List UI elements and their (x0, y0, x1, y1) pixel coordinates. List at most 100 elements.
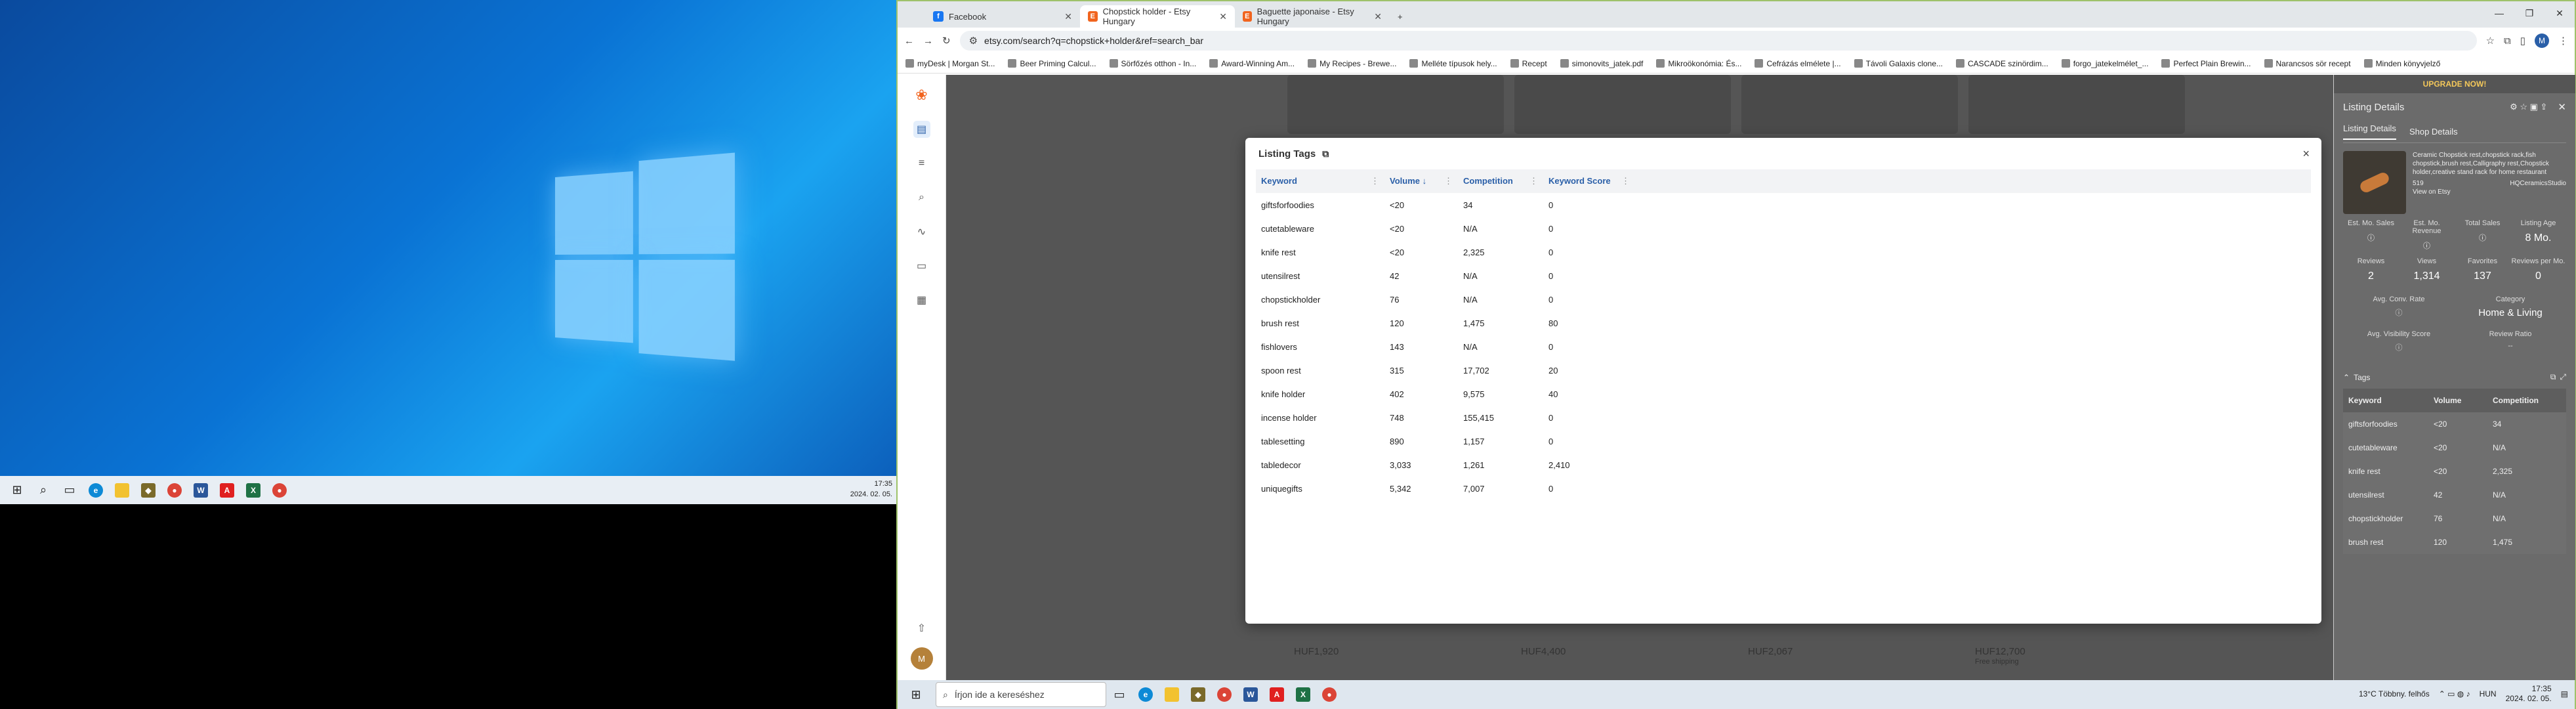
start-icon[interactable]: ⊞ (903, 681, 929, 708)
bookmark-item[interactable]: CASCADE szinördim... (1956, 59, 2048, 68)
bookmark-item[interactable]: Sörfőzés otthon - In... (1110, 59, 1197, 68)
bookmark-item[interactable]: Perfect Plain Brewin... (2161, 59, 2251, 68)
list-icon[interactable]: ≡ (913, 155, 930, 172)
upgrade-button[interactable]: UPGRADE NOW! (2334, 75, 2575, 93)
bookmark-item[interactable]: Melléte típusok hely... (1409, 59, 1497, 68)
reload-icon[interactable]: ↻ (942, 35, 951, 47)
listing-thumbnail[interactable] (2343, 151, 2406, 214)
panel-col-keyword[interactable]: Keyword (2343, 396, 2428, 405)
excel-icon[interactable]: X (1290, 681, 1316, 708)
column-competition[interactable]: Competition ⋮ (1458, 176, 1543, 186)
tab-etsy-chopstick[interactable]: E Chopstick holder - Etsy Hungary ✕ (1080, 5, 1235, 28)
edge-icon[interactable]: e (83, 477, 109, 504)
close-modal-button[interactable]: × (2302, 147, 2310, 161)
extensions-icon[interactable]: ⧉ (2504, 35, 2511, 47)
site-info-icon[interactable]: ⚙ (969, 35, 978, 47)
file-explorer-icon[interactable] (109, 477, 135, 504)
bookmark-item[interactable]: Award-Winning Am... (1209, 59, 1295, 68)
panel-col-competition[interactable]: Competition (2487, 396, 2560, 405)
calendar-icon[interactable]: ▦ (913, 291, 930, 309)
address-bar[interactable]: ⚙ etsy.com/search?q=chopstick+holder&ref… (960, 31, 2477, 51)
close-tab-icon[interactable]: ✕ (1064, 11, 1072, 22)
bookmark-item[interactable]: forgo_jatekelmélet_... (2062, 59, 2149, 68)
bookmark-item[interactable]: Cefrázás elmélete |... (1755, 59, 1840, 68)
bookmark-star-icon[interactable]: ☆ (2486, 35, 2495, 47)
edge-icon[interactable]: e (1132, 681, 1159, 708)
bookmark-item[interactable]: My Recipes - Brewe... (1308, 59, 1396, 68)
copy-tags-icon[interactable]: ⧉ (2550, 372, 2556, 382)
bookmark-item[interactable]: Mikroökonómia: És... (1656, 59, 1741, 68)
profile-avatar-icon[interactable]: M (2535, 33, 2549, 48)
app-icon[interactable]: ◆ (1185, 681, 1211, 708)
bookmark-item[interactable]: Minden könyvjelző (2364, 59, 2441, 68)
column-volume[interactable]: Volume ↓ ⋮ (1384, 176, 1458, 186)
search-icon[interactable]: ⌕ (30, 477, 56, 504)
word-icon[interactable]: W (188, 477, 214, 504)
taskbar-clock[interactable]: 17:35 2024. 02. 05. (2506, 684, 2552, 704)
chrome-profile-icon[interactable]: ● (266, 477, 293, 504)
close-panel-icon[interactable]: ✕ (2558, 101, 2566, 113)
bookmark-label: forgo_jatekelmélet_... (2073, 59, 2149, 68)
user-avatar[interactable]: M (911, 647, 933, 670)
close-tab-icon[interactable]: ✕ (1374, 11, 1382, 22)
expand-icon[interactable]: ⤢ (2560, 372, 2566, 382)
sidepanel-icon[interactable]: ▯ (2520, 35, 2525, 47)
panel-col-volume[interactable]: Volume (2428, 396, 2487, 405)
trend-icon[interactable]: ∿ (913, 223, 930, 240)
bookmark-item[interactable]: Beer Priming Calcul... (1008, 59, 1096, 68)
file-explorer-icon[interactable] (1159, 681, 1185, 708)
bookmark-item[interactable]: simonovits_jatek.pdf (1560, 59, 1644, 68)
taskbar-search-box[interactable]: ⌕ Írjon ide a kereséshez (936, 682, 1106, 707)
tab-etsy-baguette[interactable]: E Baguette japonaise - Etsy Hungary ✕ (1235, 5, 1390, 28)
back-icon[interactable]: ← (904, 35, 914, 47)
left-clock[interactable]: 17:35 2024. 02. 05. (850, 479, 892, 500)
chrome-profile-icon[interactable]: ● (1316, 681, 1342, 708)
chrome-icon[interactable]: ● (161, 477, 188, 504)
bookmark-item[interactable]: myDesk | Morgan St... (905, 59, 995, 68)
panel-tools-icon[interactable]: ⚙ ☆ ▣ ⇪ (2510, 102, 2547, 112)
forward-icon[interactable]: → (923, 35, 933, 47)
tab-shop-details[interactable]: Shop Details (2409, 127, 2458, 137)
tab-listing-details[interactable]: Listing Details (2343, 123, 2396, 140)
metric-card: Total Sales ⓘ (2455, 219, 2510, 251)
start-icon[interactable]: ⊞ (4, 477, 30, 504)
extension-logo-icon[interactable]: ❀ (913, 87, 930, 104)
column-keyword[interactable]: Keyword ⋮ (1256, 176, 1384, 186)
bookmark-item[interactable]: Távoli Galaxis clone... (1854, 59, 1943, 68)
language-indicator[interactable]: HUN (2480, 689, 2497, 698)
acrobat-icon[interactable]: A (214, 477, 240, 504)
maximize-icon[interactable]: ❐ (2514, 1, 2545, 25)
column-keyword-score[interactable]: Keyword Score ⋮ (1543, 176, 1635, 186)
acrobat-icon[interactable]: A (1264, 681, 1290, 708)
menu-icon[interactable]: ⋮ (2558, 35, 2568, 47)
chrome-icon[interactable]: ● (1211, 681, 1237, 708)
table-row: brush rest 120 1,475 80 (1256, 311, 2311, 335)
bookmark-item[interactable]: Recept (1510, 59, 1547, 68)
weather-widget[interactable]: 13°C Többny. felhős (2359, 689, 2430, 698)
listing-title[interactable]: Ceramic Chopstick rest,chopstick rack,fi… (2413, 151, 2566, 177)
view-on-etsy-link[interactable]: View on Etsy (2413, 188, 2566, 196)
close-tab-icon[interactable]: ✕ (1219, 11, 1227, 22)
notifications-icon[interactable]: ▤ (2561, 689, 2568, 698)
new-tab-button[interactable]: + (1390, 5, 1416, 28)
excel-icon[interactable]: X (240, 477, 266, 504)
tab-facebook[interactable]: f Facebook ✕ (925, 5, 1080, 28)
tray-icons[interactable]: ⌃ ▭ ◍ ♪ (2439, 689, 2470, 698)
minimize-icon[interactable]: — (2484, 1, 2514, 25)
bookmark-item[interactable]: Narancsos sör recept (2264, 59, 2351, 68)
table-cell: 402 (1384, 389, 1458, 399)
store-icon[interactable]: ▤ (913, 121, 930, 138)
task-view-icon[interactable]: ▭ (1106, 681, 1132, 708)
search-tool-icon[interactable]: ⌕ (913, 189, 930, 206)
collapse-icon[interactable]: ⌃ (2343, 373, 2350, 382)
task-view-icon[interactable]: ▭ (56, 477, 83, 504)
card-icon[interactable]: ▭ (913, 257, 930, 274)
close-window-icon[interactable]: ✕ (2545, 1, 2575, 25)
copy-icon[interactable]: ⧉ (1322, 148, 1329, 160)
shop-name[interactable]: HQCeramicsStudio (2510, 179, 2566, 188)
app-icon[interactable]: ◆ (135, 477, 161, 504)
word-icon[interactable]: W (1237, 681, 1264, 708)
panel-tag-cell: 1,475 (2487, 538, 2560, 547)
bookmark-icon (1560, 59, 1569, 68)
upload-icon[interactable]: ⇧ (913, 620, 930, 637)
